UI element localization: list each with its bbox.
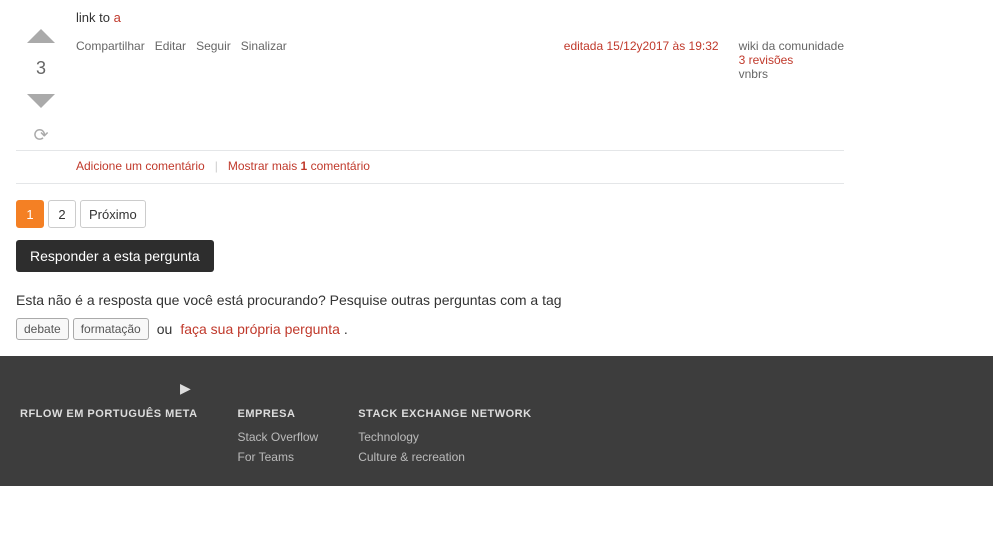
comments-area: Adicione um comentário | Mostrar mais 1 …: [16, 151, 844, 184]
footer-col-meta: RFLOW EM PORTUGUÊS META: [20, 408, 198, 470]
post-section: 3 ⟳ link to a Compartilhar Editar Seguir…: [16, 0, 844, 151]
edit-info: editada 15/12y2017 às 19:32: [564, 39, 719, 53]
add-comment-link[interactable]: Adicione um comentário: [76, 159, 205, 173]
community-wiki-label: wiki da comunidade: [739, 39, 844, 53]
not-answer-section: Esta não é a resposta que você está proc…: [16, 292, 844, 340]
flag-link[interactable]: Sinalizar: [241, 39, 287, 53]
revisions-link[interactable]: 3 revisões: [739, 53, 794, 67]
show-more-comments-link[interactable]: Mostrar mais 1 comentário: [228, 159, 370, 173]
tag-debate[interactable]: debate: [16, 318, 69, 340]
upvote-icon: [27, 29, 55, 43]
footer-culture-link[interactable]: Culture & recreation: [358, 450, 531, 464]
follow-link[interactable]: Seguir: [196, 39, 231, 53]
footer-col-meta-title: RFLOW EM PORTUGUÊS META: [20, 408, 198, 420]
edit-link[interactable]: Editar: [155, 39, 186, 53]
period: .: [344, 321, 348, 337]
vote-count: 3: [36, 54, 46, 83]
footer: ▶ RFLOW EM PORTUGUÊS META EMPRESA Stack …: [0, 356, 993, 486]
vote-section: 3 ⟳: [16, 10, 66, 146]
footer-col-network: STACK EXCHANGE NETWORK Technology Cultur…: [358, 408, 531, 470]
footer-col-empresa-title: EMPRESA: [238, 408, 319, 420]
page-1-button[interactable]: 1: [16, 200, 44, 228]
footer-col-empresa: EMPRESA Stack Overflow For Teams: [238, 408, 319, 470]
action-links: Compartilhar Editar Seguir Sinalizar: [76, 39, 287, 53]
link-to-label: link to a: [76, 10, 844, 31]
community-wiki: wiki da comunidade 3 revisões vnbrs: [739, 39, 844, 81]
post-body: link to a Compartilhar Editar Seguir Sin…: [66, 10, 844, 146]
pagination: 1 2 Próximo: [16, 200, 844, 228]
comment-links: Adicione um comentário | Mostrar mais 1 …: [76, 159, 844, 173]
next-page-button[interactable]: Próximo: [80, 200, 146, 228]
footer-col-network-title: STACK EXCHANGE NETWORK: [358, 408, 531, 420]
footer-technology-link[interactable]: Technology: [358, 430, 531, 444]
share-link[interactable]: Compartilhar: [76, 39, 145, 53]
ask-question-link[interactable]: faça sua própria pergunta: [180, 321, 340, 337]
cursor-indicator: ▶: [180, 380, 191, 397]
downvote-icon: [27, 94, 55, 108]
footer-columns: RFLOW EM PORTUGUÊS META EMPRESA Stack Ov…: [20, 408, 973, 470]
footer-forteams-link[interactable]: For Teams: [238, 450, 319, 464]
or-text: ou: [157, 321, 173, 337]
tag-formatacao[interactable]: formatação: [73, 318, 149, 340]
answer-question-button[interactable]: Responder a esta pergunta: [16, 240, 214, 272]
vote-up-button[interactable]: [23, 18, 59, 54]
tags-row: debate formatação ou faça sua própria pe…: [16, 318, 844, 340]
page-2-button[interactable]: 2: [48, 200, 76, 228]
history-icon[interactable]: ⟳: [33, 125, 48, 146]
action-bar: Compartilhar Editar Seguir Sinalizar edi…: [76, 31, 844, 85]
vote-down-button[interactable]: [23, 83, 59, 119]
answer-button-container: Responder a esta pergunta: [16, 240, 844, 272]
link-anchor[interactable]: a: [114, 10, 121, 25]
author-label: vnbrs: [739, 67, 844, 81]
not-answer-text: Esta não é a resposta que você está proc…: [16, 292, 844, 308]
footer-stackoverflow-link[interactable]: Stack Overflow: [238, 430, 319, 444]
comment-divider: |: [215, 159, 218, 173]
